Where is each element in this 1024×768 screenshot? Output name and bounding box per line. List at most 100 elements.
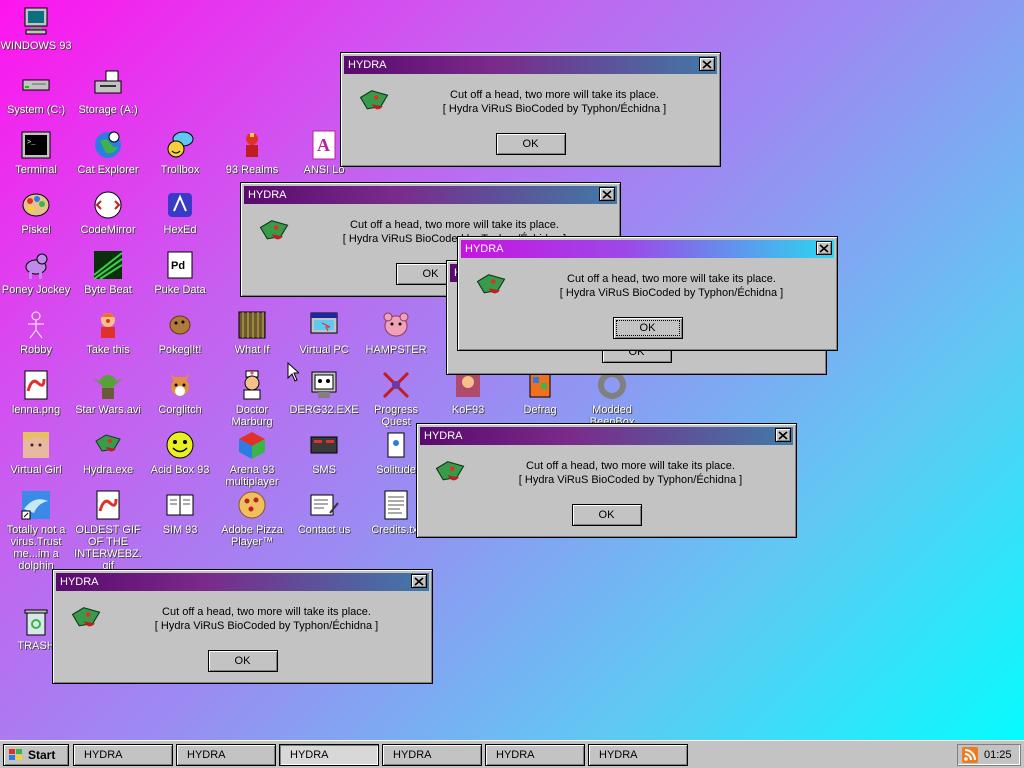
icon-label: Pokegl!t! <box>158 344 202 356</box>
ok-button[interactable]: OK <box>495 133 566 155</box>
sms-icon <box>307 428 341 462</box>
virtualpc-icon <box>307 308 341 342</box>
hydra-dialog-5[interactable]: HYDRA Cut off a head, two more will take… <box>416 423 797 538</box>
desktop-icon-hydra-exe[interactable]: Hydra.exe <box>72 428 144 476</box>
desktop-icon-byte-beat[interactable]: Byte Beat <box>72 248 144 296</box>
desktop-icon-piskel[interactable]: Piskel <box>0 188 72 236</box>
pony-icon <box>19 248 53 282</box>
icon-label: Terminal <box>15 164 57 176</box>
desktop-icon-lenna[interactable]: lenna.png <box>0 368 72 416</box>
close-button[interactable] <box>816 241 832 255</box>
desktop-icon-trollbox[interactable]: Trollbox <box>144 128 216 176</box>
codemirror-icon <box>91 188 125 222</box>
desktop-icon-storage-a[interactable]: Storage (A:) <box>72 68 144 116</box>
desktop-icon-take-this[interactable]: Take this <box>72 308 144 356</box>
icon-label: Defrag <box>523 404 557 416</box>
desktop-icon-dolphin[interactable]: Totally not a virus.Trust me...im a dolp… <box>0 488 72 572</box>
desktop-icon-windows93[interactable]: WINDOWS 93 <box>0 4 72 52</box>
close-button[interactable] <box>699 57 715 71</box>
taskbar-item-hydra[interactable]: HYDRA <box>382 744 482 766</box>
desktop-icon-acid-box[interactable]: Acid Box 93 <box>144 428 216 476</box>
desktop-icon-virtual-girl[interactable]: Virtual Girl <box>0 428 72 476</box>
icon-label: KoF93 <box>451 404 485 416</box>
taskbar-item-hydra[interactable]: HYDRA <box>73 744 173 766</box>
ansi-icon: A <box>307 128 341 162</box>
icon-label: OLDEST GIF OF THE INTERWEBZ.gif <box>74 524 142 572</box>
desktop-icon-kof93[interactable]: KoF93 <box>432 368 504 416</box>
derg-icon <box>307 368 341 402</box>
image-file-icon <box>19 368 53 402</box>
desktop-icon-poney-jockey[interactable]: Poney Jockey <box>0 248 72 296</box>
icon-label: Totally not a virus.Trust me...im a dolp… <box>6 524 66 572</box>
message-line-2: [ Hydra ViRuS BioCoded by Typhon/Échidna… <box>442 103 667 115</box>
taskbar-item-hydra[interactable]: HYDRA <box>588 744 688 766</box>
dolphin-icon <box>19 488 53 522</box>
svg-text:A: A <box>317 135 330 155</box>
desktop-icon-sim93[interactable]: SIM 93 <box>144 488 216 536</box>
text-file-icon <box>379 488 413 522</box>
taskbar-item-hydra[interactable]: HYDRA <box>485 744 585 766</box>
ok-button[interactable]: OK <box>571 504 642 526</box>
desktop-icon-modded-beepbox[interactable]: Modded BeepBox <box>576 368 648 428</box>
taskbar-item-hydra[interactable]: HYDRA <box>279 744 379 766</box>
desktop-icon-terminal[interactable]: >_ Terminal <box>0 128 72 176</box>
title-bar[interactable]: HYDRA <box>56 573 429 591</box>
ok-button[interactable]: OK <box>207 650 278 672</box>
title-bar[interactable]: HYDRA <box>244 186 617 204</box>
desktop-icon-progress-quest[interactable]: Progress Quest <box>360 368 432 428</box>
desktop-icon-hampster[interactable]: HAMPSTER <box>360 308 432 356</box>
whatif-icon <box>235 308 269 342</box>
desktop-icon-defrag[interactable]: Defrag <box>504 368 576 416</box>
icon-label: HAMPSTER <box>365 344 427 356</box>
desktop-icon-what-if[interactable]: What If <box>216 308 288 356</box>
desktop-icon-virtual-pc[interactable]: Virtual PC <box>288 308 360 356</box>
icon-label: Byte Beat <box>84 284 132 296</box>
desktop-icon-robby[interactable]: Robby <box>0 308 72 356</box>
drive-icon <box>19 68 53 102</box>
ok-button[interactable]: OK <box>612 317 683 339</box>
taskbar-item-hydra[interactable]: HYDRA <box>176 744 276 766</box>
close-button[interactable] <box>599 187 615 201</box>
close-icon <box>819 243 829 253</box>
desktop-icon-system-c[interactable]: System (C:) <box>0 68 72 116</box>
desktop-icon-star-wars[interactable]: Star Wars.avi <box>72 368 144 416</box>
desktop-icon-oldest-gif[interactable]: OLDEST GIF OF THE INTERWEBZ.gif <box>72 488 144 572</box>
hydra-dialog-4[interactable]: HYDRA Cut off a head, two more will take… <box>457 236 838 351</box>
title-bar[interactable]: HYDRA <box>344 56 717 74</box>
title-bar[interactable]: HYDRA <box>420 427 793 445</box>
icon-label: DERG32.EXE <box>289 404 359 416</box>
stickman-icon <box>19 308 53 342</box>
icon-label: Hydra.exe <box>82 464 134 476</box>
desktop-icon-puke-data[interactable]: Pd Puke Data <box>144 248 216 296</box>
hydra-dialog-6[interactable]: HYDRA Cut off a head, two more will take… <box>52 569 433 684</box>
start-button[interactable]: Start <box>3 744 69 766</box>
desktop-icon-hexed[interactable]: HexEd <box>144 188 216 236</box>
rss-icon[interactable] <box>962 747 978 763</box>
close-button[interactable] <box>411 574 427 588</box>
desktop: WINDOWS 93 System (C:) Storage (A:) >_ T… <box>0 0 1024 740</box>
windows93-logo-icon <box>9 749 22 760</box>
desktop-icon-cat-explorer[interactable]: Cat Explorer <box>72 128 144 176</box>
desktop-icon-corglitch[interactable]: Corglitch <box>144 368 216 416</box>
hydra-dialog-1[interactable]: HYDRA Cut off a head, two more will take… <box>340 52 721 167</box>
icon-label: Robby <box>20 344 52 356</box>
title-bar[interactable]: HYDRA <box>461 240 834 258</box>
desktop-icon-codemirror[interactable]: CodeMirror <box>72 188 144 236</box>
cube-icon <box>235 428 269 462</box>
face-icon <box>19 428 53 462</box>
desktop-icon-93-realms[interactable]: 93 Realms <box>216 128 288 176</box>
desktop-icon-sms[interactable]: SMS <box>288 428 360 476</box>
window-title: HYDRA <box>465 243 504 255</box>
pdf-icon: Pd <box>163 248 197 282</box>
icon-label: Arena 93 multiplayer <box>225 464 279 488</box>
desktop-icon-pokeglitch[interactable]: Pokegl!t! <box>144 308 216 356</box>
desktop-icon-arena-93[interactable]: Arena 93 multiplayer <box>216 428 288 488</box>
close-button[interactable] <box>775 428 791 442</box>
desktop-icon-contact-us[interactable]: Contact us <box>288 488 360 536</box>
dialog-message: Cut off a head, two more will take its p… <box>517 272 826 300</box>
desktop-icon-adobe-pizza[interactable]: Adobe Pizza Player™ <box>216 488 288 548</box>
icon-label: 93 Realms <box>225 164 279 176</box>
icon-label: SMS <box>312 464 336 476</box>
desktop-icon-doctor-marburg[interactable]: Doctor Marburg <box>216 368 288 428</box>
close-icon <box>702 59 712 69</box>
